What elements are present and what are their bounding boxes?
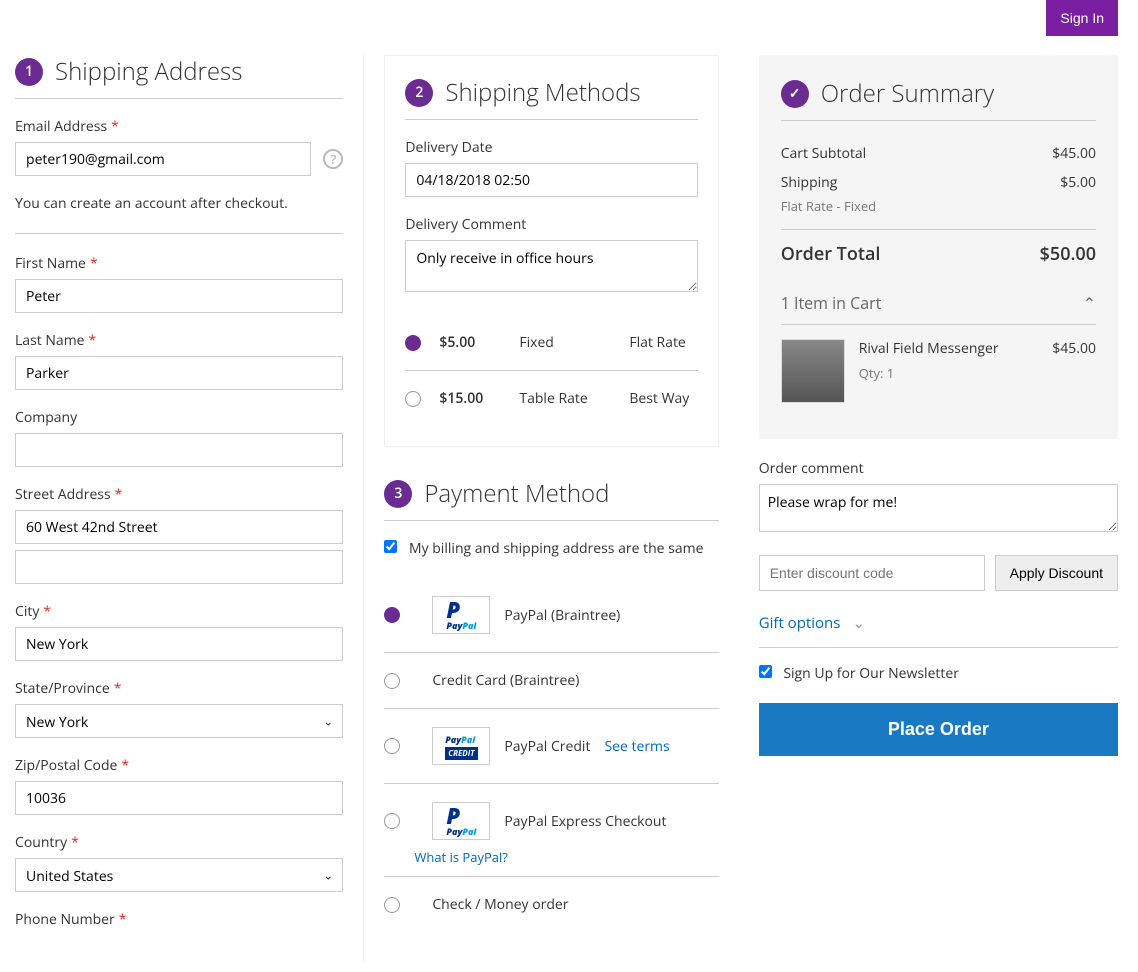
ship-price: $15.00 [439,389,519,408]
payment-label: PayPal (Braintree) [504,606,620,625]
payment-label: Check / Money order [432,895,568,914]
chevron-down-icon: ⌄ [852,613,865,633]
radio-icon[interactable] [384,738,400,754]
country-label: Country* [15,833,343,852]
state-select[interactable]: New York [15,704,343,738]
step-3-title: Payment Method [424,477,609,510]
radio-icon[interactable] [384,897,400,913]
last-name-label: Last Name* [15,331,343,350]
newsletter-checkbox[interactable] [759,665,772,678]
help-icon[interactable]: ? [323,149,343,169]
shipping-label: Shipping [781,173,838,192]
product-thumb [781,339,845,403]
phone-label: Phone Number* [15,910,343,929]
street-label: Street Address* [15,485,343,504]
company-field[interactable] [15,433,343,467]
step-1-badge: 1 [15,58,43,86]
item-name: Rival Field Messenger [859,339,1039,358]
what-is-paypal-link[interactable]: What is PayPal? [414,848,718,866]
radio-icon[interactable] [405,391,421,407]
cart-toggle-label: 1 Item in Cart [781,292,882,314]
paypal-credit-icon: PayPalCREDIT [432,727,490,765]
step-2-title: Shipping Methods [445,76,640,109]
shipping-value: $5.00 [1060,173,1096,192]
last-name-field[interactable] [15,356,343,390]
ship-method: Fixed [519,333,629,352]
delivery-comment-label: Delivery Comment [405,215,697,234]
ship-price: $5.00 [439,333,519,352]
payment-label: Credit Card (Braintree) [432,671,579,690]
see-terms-link[interactable]: See terms [604,737,669,756]
gift-options-label: Gift options [759,613,841,633]
ship-carrier: Best Way [629,389,697,408]
paypal-icon: PPayPal [432,596,490,634]
account-note: You can create an account after checkout… [15,194,343,213]
delivery-date-field[interactable] [405,163,697,197]
item-price: $45.00 [1052,339,1096,403]
country-select[interactable]: United States [15,858,343,892]
email-field[interactable] [15,142,311,176]
city-field[interactable] [15,627,343,661]
radio-selected-icon[interactable] [405,335,421,351]
check-icon: ✓ [781,80,809,108]
zip-field[interactable] [15,781,343,815]
total-value: $50.00 [1040,242,1096,266]
street2-field[interactable] [15,550,343,584]
subtotal-value: $45.00 [1052,144,1096,163]
company-label: Company [15,408,343,427]
paypal-icon: PPayPal [432,802,490,840]
first-name-label: First Name* [15,254,343,273]
signin-button[interactable]: Sign In [1046,0,1118,36]
first-name-field[interactable] [15,279,343,313]
delivery-date-label: Delivery Date [405,138,697,157]
state-label: State/Province* [15,679,343,698]
subtotal-label: Cart Subtotal [781,144,867,163]
radio-icon[interactable] [384,673,400,689]
delivery-comment-field[interactable] [405,240,697,292]
step-2-badge: 2 [405,79,433,107]
apply-discount-button[interactable]: Apply Discount [995,555,1118,591]
payment-label: PayPal Express Checkout [504,812,666,831]
newsletter-row[interactable]: Sign Up for Our Newsletter [759,664,1118,683]
billing-same-checkbox-row[interactable]: My billing and shipping address are the … [384,539,718,558]
street1-field[interactable] [15,510,343,544]
payment-paypal-credit[interactable]: PayPalCREDIT PayPal Credit See terms [384,709,718,784]
zip-label: Zip/Postal Code* [15,756,343,775]
city-label: City* [15,602,343,621]
step-shipping-methods-header: 2 Shipping Methods [405,76,697,120]
ship-method: Table Rate [519,389,629,408]
order-comment-label: Order comment [759,459,1118,478]
billing-same-label: My billing and shipping address are the … [409,539,703,558]
radio-icon[interactable] [384,813,400,829]
payment-paypal-express[interactable]: PPayPal PayPal Express Checkout [384,784,718,844]
summary-header: ✓ Order Summary [781,77,1096,121]
step-1-title: Shipping Address [55,55,242,88]
ship-method-best-way[interactable]: $15.00 Table Rate Best Way [405,371,697,426]
payment-check[interactable]: Check / Money order [384,877,718,932]
item-qty: Qty: 1 [859,364,1039,382]
chevron-up-icon: ⌃ [1083,292,1096,314]
cart-item: Rival Field Messenger Qty: 1 $45.00 [781,325,1096,417]
email-label: Email Address* [15,117,343,136]
ship-method-flat-rate[interactable]: $5.00 Fixed Flat Rate [405,315,697,371]
step-payment-header: 3 Payment Method [384,477,718,521]
place-order-button[interactable]: Place Order [759,703,1118,756]
billing-same-checkbox[interactable] [384,540,397,553]
newsletter-label: Sign Up for Our Newsletter [783,664,959,683]
payment-label: PayPal Credit [504,737,590,756]
step-3-badge: 3 [384,480,412,508]
ship-carrier: Flat Rate [629,333,697,352]
radio-selected-icon[interactable] [384,607,400,623]
shipping-sub: Flat Rate - Fixed [781,197,1096,221]
gift-options-toggle[interactable]: Gift options ⌄ [759,591,1118,648]
order-comment-field[interactable] [759,484,1118,532]
divider [15,233,343,234]
payment-creditcard[interactable]: Credit Card (Braintree) [384,653,718,709]
step-shipping-address-header: 1 Shipping Address [15,55,343,99]
discount-code-field[interactable] [759,555,985,591]
payment-paypal-braintree[interactable]: PPayPal PayPal (Braintree) [384,578,718,653]
total-label: Order Total [781,242,881,266]
summary-title: Order Summary [821,77,994,110]
cart-toggle[interactable]: 1 Item in Cart ⌃ [781,278,1096,325]
